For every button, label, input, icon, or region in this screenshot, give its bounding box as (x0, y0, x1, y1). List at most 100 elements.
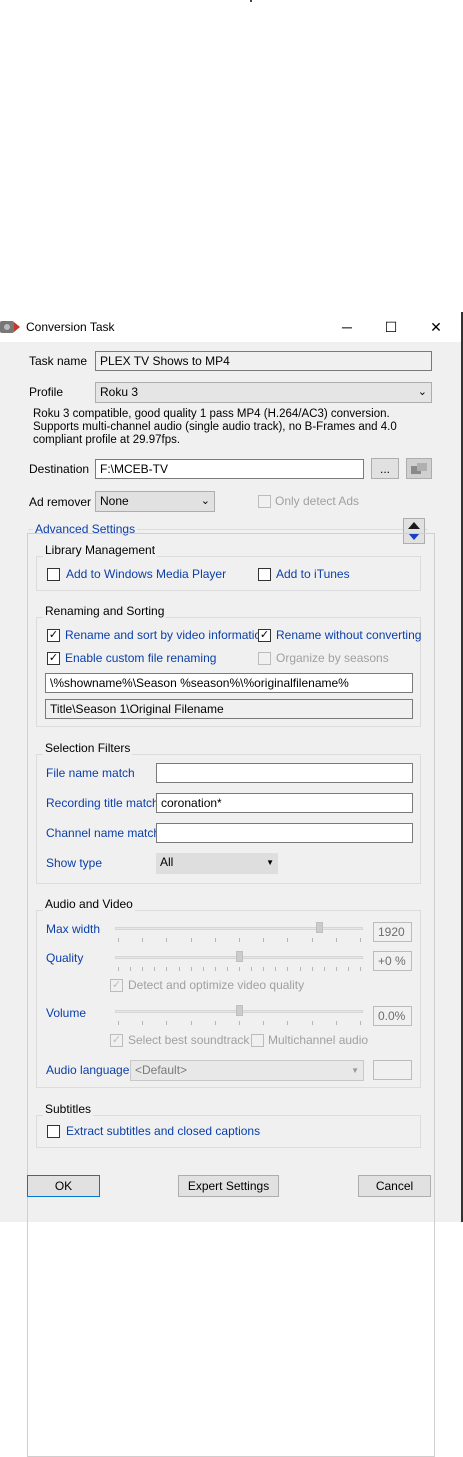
slider-tick (336, 938, 337, 942)
slider-tick (251, 967, 252, 971)
extract-subtitles-checkbox[interactable] (47, 1125, 60, 1138)
slider-tick (360, 938, 361, 942)
audio-video-title: Audio and Video (43, 897, 135, 911)
add-itunes-checkbox[interactable] (258, 568, 271, 581)
volume-ticks (118, 1021, 361, 1026)
slider-tick (312, 938, 313, 942)
add-wmp-checkbox[interactable] (47, 568, 60, 581)
max-width-label: Max width (46, 922, 101, 936)
file-name-match-label: File name match (46, 766, 135, 780)
add-wmp-label: Add to Windows Media Player (66, 567, 227, 581)
show-type-label: Show type (46, 856, 103, 870)
file-name-match-field[interactable] (156, 763, 413, 783)
dropdown-arrow-icon: ▼ (266, 858, 274, 867)
network-button[interactable] (406, 458, 432, 479)
chevron-down-icon: ⌄ (417, 386, 427, 398)
ad-remover-label: Ad remover (29, 495, 92, 509)
stray-dot (250, 0, 252, 2)
custom-renaming-checkbox[interactable]: ✓ (47, 652, 60, 665)
quality-slider[interactable] (236, 951, 243, 962)
slider-tick (324, 967, 325, 971)
task-name-field[interactable]: PLEX TV Shows to MP4 (95, 351, 432, 371)
best-soundtrack-checkbox[interactable]: ✓ (110, 1034, 123, 1047)
recording-title-match-label: Recording title match (46, 796, 159, 810)
conversion-task-dialog: Conversion Task ─ ☐ ✕ Task name PLEX TV … (0, 312, 463, 1457)
slider-tick (348, 967, 349, 971)
slider-tick (239, 1021, 240, 1025)
rename-pattern-field[interactable]: \%showname%\Season %season%\%originalfil… (45, 673, 413, 693)
recording-title-match-field[interactable]: coronation* (156, 793, 413, 813)
slider-tick (263, 1021, 264, 1025)
expert-settings-button[interactable]: Expert Settings (178, 1175, 279, 1197)
profile-value: Roku 3 (100, 385, 139, 399)
rename-preview-field: Title\Season 1\Original Filename (45, 699, 413, 719)
channel-name-match-label: Channel name match (46, 826, 161, 840)
max-width-slider[interactable] (316, 922, 323, 933)
max-width-track (115, 927, 363, 930)
slider-tick (263, 967, 264, 971)
minimize-button[interactable]: ─ (324, 312, 370, 342)
audio-language-select[interactable]: <Default> ▼ (130, 1060, 364, 1081)
slider-tick (215, 967, 216, 971)
slider-tick (203, 967, 204, 971)
browse-button[interactable]: ... (371, 458, 399, 479)
add-itunes-label: Add to iTunes (276, 567, 350, 581)
multichannel-checkbox[interactable] (251, 1034, 264, 1047)
slider-tick (300, 967, 301, 971)
detect-optimize-label: Detect and optimize video quality (128, 978, 305, 992)
checkmark-icon: ✓ (111, 979, 122, 991)
slider-tick (191, 938, 192, 942)
rename-sort-checkbox[interactable]: ✓ (47, 629, 60, 642)
profile-label: Profile (29, 385, 64, 399)
slider-tick (130, 967, 131, 971)
slider-tick (191, 1021, 192, 1025)
cancel-button[interactable]: Cancel (358, 1175, 431, 1197)
slider-tick (360, 967, 361, 971)
slider-tick (118, 938, 119, 942)
slider-tick (215, 938, 216, 942)
slider-tick (275, 967, 276, 971)
close-icon: ✕ (430, 318, 442, 335)
volume-slider[interactable] (236, 1005, 243, 1016)
slider-tick (312, 967, 313, 971)
best-soundtrack-label: Select best soundtrack (128, 1033, 250, 1047)
volume-label: Volume (46, 1006, 87, 1020)
chevron-down-icon: ⌄ (200, 495, 210, 507)
slider-tick (263, 938, 264, 942)
dropdown-arrow-icon: ▼ (351, 1066, 359, 1075)
multichannel-label: Multichannel audio (268, 1033, 369, 1047)
channel-name-match-field[interactable] (156, 823, 413, 843)
quality-value[interactable]: +0 % (373, 951, 412, 971)
ok-button[interactable]: OK (27, 1175, 100, 1197)
show-type-select[interactable]: All ▼ (156, 853, 278, 874)
slider-tick (142, 967, 143, 971)
checkmark-icon: ✓ (111, 1034, 122, 1046)
detect-optimize-checkbox[interactable]: ✓ (110, 979, 123, 992)
task-name-label: Task name (29, 354, 88, 368)
only-detect-ads-checkbox[interactable] (258, 495, 271, 508)
max-width-value[interactable]: 1920 (373, 922, 412, 942)
rename-without-converting-checkbox[interactable]: ✓ (258, 629, 271, 642)
max-width-ticks (118, 938, 361, 943)
maximize-button[interactable]: ☐ (368, 312, 414, 342)
slider-tick (239, 938, 240, 942)
slider-tick (336, 1021, 337, 1025)
ad-remover-select[interactable]: None ⌄ (95, 491, 215, 512)
destination-field[interactable]: F:\MCEB-TV (95, 459, 364, 479)
close-button[interactable]: ✕ (413, 312, 459, 342)
selection-filters-title: Selection Filters (43, 741, 133, 755)
network-share-icon (411, 462, 427, 474)
app-icon (0, 321, 20, 333)
profile-select[interactable]: Roku 3 ⌄ (95, 382, 432, 403)
volume-value[interactable]: 0.0% (373, 1006, 412, 1026)
quality-label: Quality (46, 951, 84, 965)
organize-seasons-label: Organize by seasons (276, 651, 389, 665)
slider-tick (166, 1021, 167, 1025)
audio-language-extra-field[interactable] (373, 1060, 412, 1080)
checkmark-icon: ✓ (48, 629, 59, 641)
slider-tick (118, 1021, 119, 1025)
show-type-value: All (160, 855, 174, 869)
audio-language-label: Audio language (46, 1063, 130, 1077)
slider-tick (336, 967, 337, 971)
organize-seasons-checkbox[interactable] (258, 652, 271, 665)
